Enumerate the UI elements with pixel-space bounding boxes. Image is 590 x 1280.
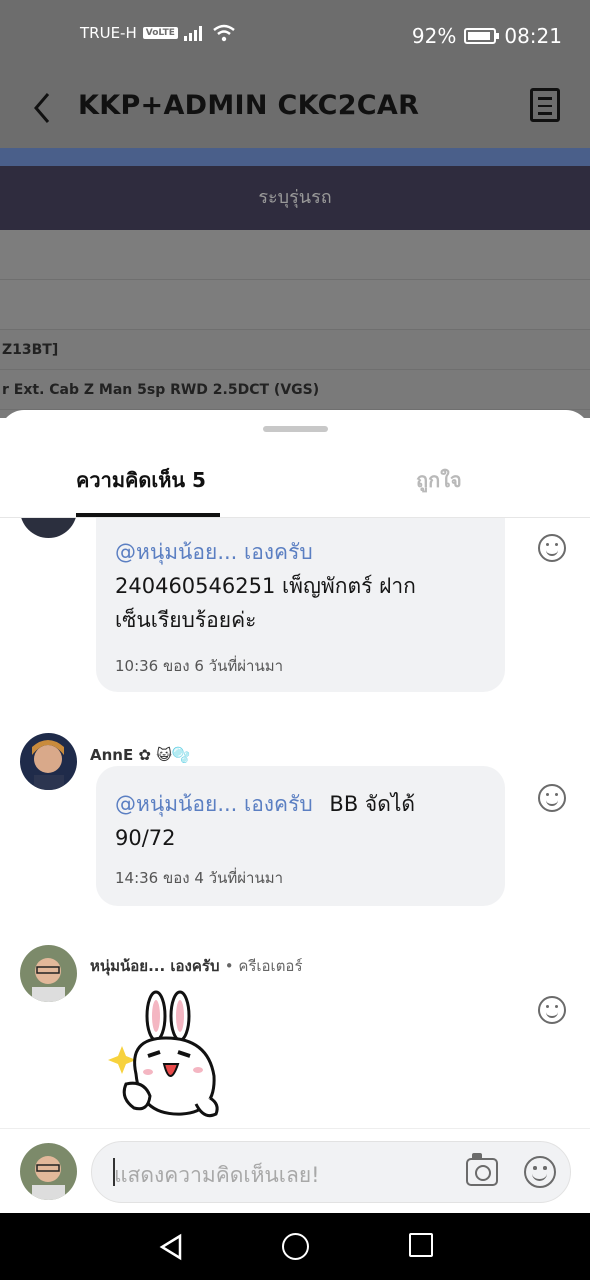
avatar[interactable] [20, 733, 77, 790]
comments-sheet: ความคิดเห็น 5 ถูกใจ @หนุ่มน้อย... เองครั… [0, 410, 590, 1213]
creator-badge: • ครีเอเตอร์ [224, 957, 303, 975]
camera-icon[interactable] [466, 1153, 498, 1186]
bunny-sticker-icon [108, 990, 219, 1118]
wifi-icon [213, 24, 235, 42]
mention-link[interactable]: @หนุ่มน้อย... เองครับ [115, 540, 313, 564]
emoji-icon[interactable] [524, 1156, 556, 1188]
nav-recents-icon[interactable] [409, 1233, 433, 1257]
web-row: Z13BT] [0, 330, 590, 370]
comments-list[interactable]: @หนุ่มน้อย... เองครับ 240460546251 เพ็ญพ… [0, 518, 590, 1128]
comment-input-placeholder: แสดงความคิดเห็นเลย! [114, 1163, 320, 1187]
comment-timestamp: 14:36 ของ 4 วันที่ผ่านมา [115, 869, 284, 887]
react-smiley-icon[interactable] [538, 534, 566, 562]
avatar[interactable] [20, 945, 77, 1002]
comment-input-bar: แสดงความคิดเห็นเลย! [0, 1128, 590, 1213]
react-smiley-icon[interactable] [538, 784, 566, 812]
battery-percent: 92% [411, 24, 457, 48]
system-nav-bar [0, 1213, 590, 1280]
my-avatar[interactable] [20, 1143, 77, 1200]
comment-timestamp: 10:36 ของ 6 วันที่ผ่านมา [115, 657, 284, 675]
web-row: r Ext. Cab Z Man 5sp RWD 2.5DCT (VGS) [0, 370, 590, 410]
comment-bubble[interactable]: @หนุ่มน้อย... เองครับ BB จัดได้ 90/72 14… [96, 766, 505, 906]
web-content-background: ระบุรุ่นรถ Z13BT] r Ext. Cab Z Man 5sp R… [0, 148, 590, 418]
volte-badge: VoLTE [142, 27, 178, 39]
battery-icon [464, 28, 500, 44]
document-menu-icon[interactable] [530, 88, 560, 122]
comment-username[interactable]: หนุ่มน้อย... เองครับ [90, 957, 219, 975]
status-left: TRUE-H VoLTE [80, 24, 236, 42]
mention-link[interactable]: @หนุ่มน้อย... เองครับ [115, 792, 313, 816]
clock: 08:21 [504, 24, 562, 48]
comment-bubble[interactable]: @หนุ่มน้อย... เองครับ 240460546251 เพ็ญพ… [96, 518, 505, 692]
status-right: 92% 08:21 [412, 24, 562, 48]
comment-text: BB จัดได้ [329, 792, 416, 816]
page-title: KKP+ADMIN CKC2CAR [78, 90, 420, 121]
comment-input[interactable]: แสดงความคิดเห็นเลย! [91, 1141, 571, 1203]
back-arrow-icon[interactable] [28, 88, 58, 128]
status-bar: TRUE-H VoLTE 92% 08:21 [0, 0, 590, 72]
web-field [0, 280, 590, 330]
web-field [0, 230, 590, 280]
signal-icon [183, 26, 202, 41]
comment-text: 240460546251 เพ็ญพักตร์ ฝาก [115, 574, 416, 598]
web-banner: ระบุรุ่นรถ [0, 166, 590, 230]
app-header: KKP+ADMIN CKC2CAR [0, 72, 590, 148]
sheet-drag-handle[interactable] [263, 426, 328, 432]
react-smiley-icon[interactable] [538, 996, 566, 1024]
tab-comments[interactable]: ความคิดเห็น 5 [76, 464, 206, 496]
tab-likes[interactable]: ถูกใจ [416, 464, 462, 496]
comment-text: เซ็นเรียบร้อยค่ะ [115, 608, 257, 632]
comment-username[interactable]: AnnE ✿ 😺🫧 [90, 746, 191, 764]
browser-tabs-strip [0, 148, 590, 166]
comment-text: 90/72 [115, 826, 176, 850]
carrier-label: TRUE-H [80, 24, 137, 42]
nav-home-icon[interactable] [282, 1233, 309, 1260]
nav-back-icon[interactable] [158, 1233, 184, 1261]
avatar[interactable] [20, 518, 77, 538]
